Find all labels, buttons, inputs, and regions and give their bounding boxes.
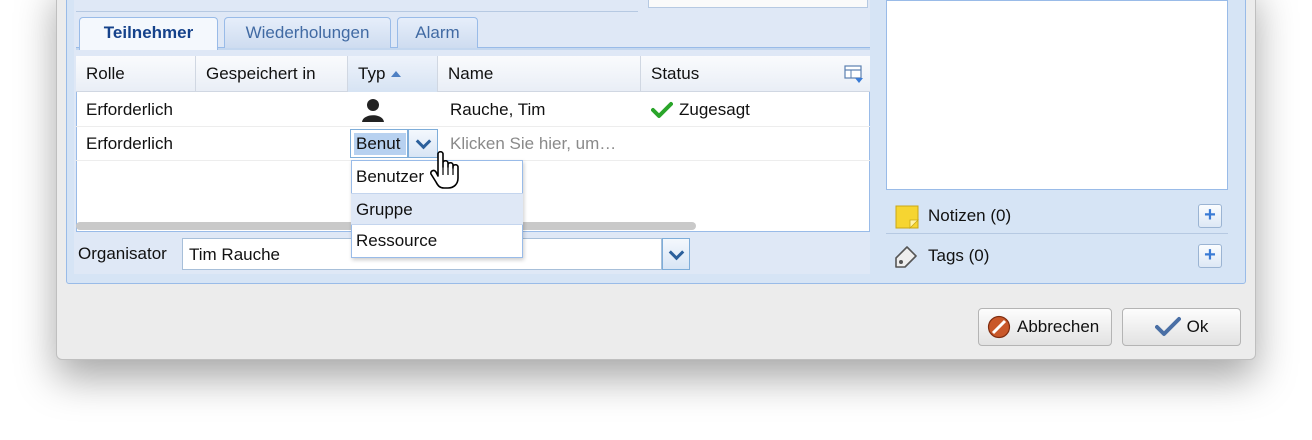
column-header-gespeichert[interactable]: Gespeichert in	[196, 56, 348, 92]
column-header-typ-label: Typ	[358, 64, 386, 83]
dropdown-option-ressource[interactable]: Ressource	[351, 225, 523, 257]
notes-label: Notizen (0)	[928, 206, 1012, 225]
ok-button[interactable]: Ok	[1122, 308, 1241, 346]
tag-icon	[893, 244, 919, 270]
ok-check-icon	[1154, 316, 1181, 338]
tab-teilnehmer[interactable]: Teilnehmer	[79, 17, 218, 50]
column-header-rolle[interactable]: Rolle	[76, 56, 196, 92]
cell-rolle: Erforderlich	[86, 100, 173, 119]
user-icon	[359, 97, 387, 123]
dropdown-option-gruppe[interactable]: Gruppe	[351, 193, 523, 225]
cell-rolle: Erforderlich	[86, 134, 173, 153]
columns-menu-icon[interactable]	[844, 64, 864, 84]
column-header-name[interactable]: Name	[438, 56, 641, 92]
cancel-button[interactable]: Abbrechen	[978, 308, 1112, 346]
tab-alarm[interactable]: Alarm	[397, 17, 478, 48]
note-icon	[895, 205, 919, 229]
column-header-status[interactable]: Status	[641, 56, 870, 92]
description-area[interactable]	[886, 0, 1228, 190]
add-tag-button[interactable]: +	[1198, 244, 1222, 268]
top-field	[648, 0, 868, 8]
organisator-label: Organisator	[78, 244, 167, 263]
type-combo-input[interactable]: Benut	[350, 129, 408, 158]
organisator-trigger[interactable]	[662, 238, 690, 270]
tab-wiederholungen[interactable]: Wiederholungen	[224, 17, 391, 48]
cell-name: Rauche, Tim	[450, 100, 546, 119]
cell-status: Zugesagt	[679, 100, 750, 119]
ok-label: Ok	[1186, 317, 1209, 336]
cancel-icon	[987, 315, 1011, 339]
hand-cursor-icon	[430, 150, 464, 190]
type-combo-value: Benut	[354, 133, 406, 155]
sort-ascending-icon	[391, 71, 402, 77]
chevron-down-icon	[415, 133, 431, 150]
chevron-down-icon	[668, 244, 684, 260]
tags-label: Tags (0)	[928, 246, 990, 265]
top-divider	[76, 0, 638, 12]
name-placeholder[interactable]: Klicken Sie hier, um…	[440, 127, 616, 161]
cancel-label: Abbrechen	[1017, 317, 1100, 336]
column-header-typ[interactable]: Typ	[348, 56, 438, 92]
add-note-button[interactable]: +	[1198, 204, 1222, 228]
